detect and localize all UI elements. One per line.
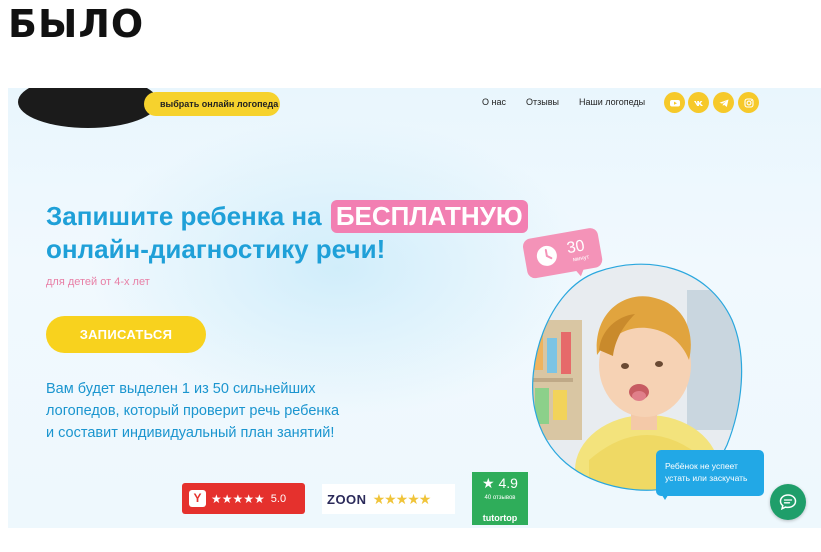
choose-therapist-button[interactable]: выбрать онлайн логопеда (144, 92, 280, 116)
nav-reviews[interactable]: Отзывы (526, 97, 559, 107)
vk-icon[interactable] (688, 92, 709, 113)
tutortop-name: tutortop (482, 513, 518, 523)
description-line: логопедов, который проверит речь ребенка (46, 403, 340, 419)
timer-tail (573, 265, 587, 278)
description-line: и составит индивидуальный план занятий! (46, 425, 335, 441)
yandex-logo-icon: Y (189, 490, 206, 507)
headline-highlight: БЕСПЛАТНУЮ (330, 200, 528, 233)
bubble-line-2: устать или заскучать (665, 473, 748, 483)
chat-button[interactable] (770, 484, 806, 520)
hero-headline: Запишите ребенка на БЕСПЛАТНУЮ онлайн-ди… (46, 200, 528, 266)
description-line: Вам будет выделен 1 из 50 сильнейших (46, 381, 316, 397)
tutortop-reviews: 40 отзывов (484, 495, 516, 501)
signup-button[interactable]: ЗАПИСАТЬСЯ (46, 316, 206, 353)
nav-about[interactable]: О нас (482, 97, 506, 107)
bubble-tail (660, 492, 670, 500)
headline-text-1: Запишите ребенка на (46, 201, 322, 231)
redacted-logo (18, 88, 158, 128)
chat-icon (779, 494, 797, 511)
yandex-score: 5.0 (270, 492, 287, 505)
bubble-line-1: Ребёнок не успеет (665, 461, 738, 471)
zoon-stars: ★★★★★ (372, 490, 432, 507)
zoon-rating-badge[interactable]: ZOON ★★★★★ (322, 484, 455, 514)
youtube-icon[interactable] (664, 92, 685, 113)
zoon-logo: ZOON (327, 491, 367, 507)
caption-title: БЫЛО (8, 2, 145, 46)
clock-icon (536, 245, 557, 266)
speech-bubble: Ребёнок не успеет устать или заскучать (656, 450, 764, 496)
background-glow (88, 118, 588, 418)
hero-description: Вам будет выделен 1 из 50 сильнейших лог… (46, 378, 386, 444)
yandex-rating-badge[interactable]: Y ★★★★★ 5.0 (182, 483, 305, 514)
nav-therapists[interactable]: Наши логопеды (579, 97, 645, 107)
tutortop-rating-badge[interactable]: ★ 4.9 40 отзывов tutortop (472, 472, 528, 525)
instagram-icon[interactable] (738, 92, 759, 113)
tutortop-score: ★ 4.9 (482, 475, 518, 491)
yandex-stars: ★★★★★ (211, 491, 265, 506)
headline-text-2: онлайн-диагностику речи! (46, 234, 386, 264)
age-subline: для детей от 4-х лет (46, 276, 150, 288)
telegram-icon[interactable] (713, 92, 734, 113)
landing-page-screenshot: выбрать онлайн логопеда О нас Отзывы Наш… (8, 88, 821, 528)
